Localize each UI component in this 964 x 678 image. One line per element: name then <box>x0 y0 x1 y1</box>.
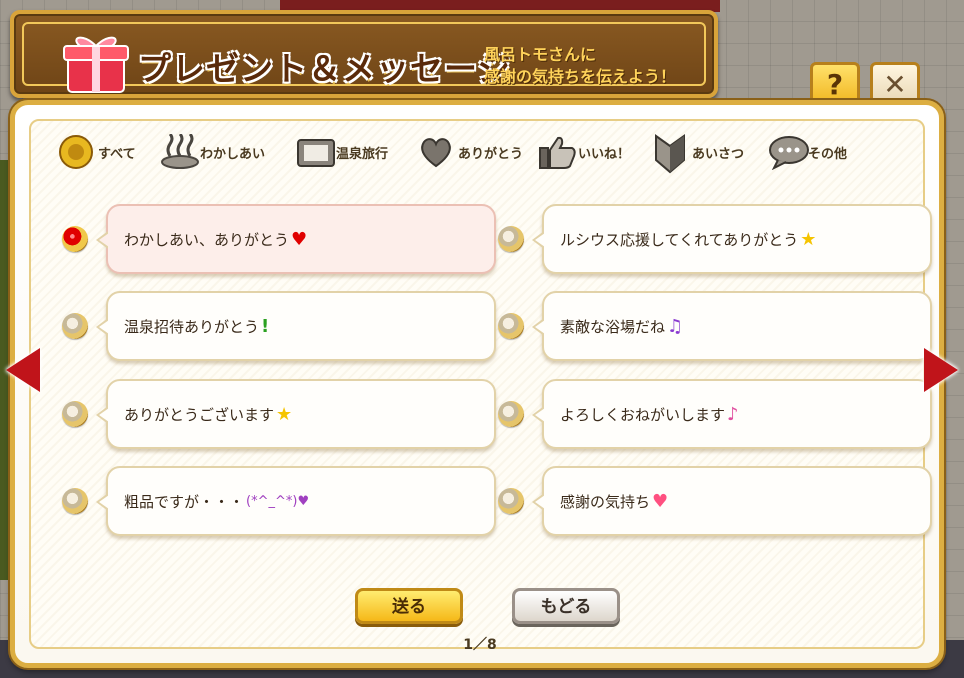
heart-icon <box>418 134 454 170</box>
subtitle-line: 感謝の気持ちを伝えよう！ <box>484 67 677 86</box>
radio-icon[interactable] <box>498 313 524 339</box>
star-emoji-icon: ★ <box>276 403 293 425</box>
message-bubble[interactable]: よろしくおねがいします ♪ <box>532 379 932 449</box>
tab-label: わかしあい <box>200 146 266 162</box>
message-text: 粗品ですが・・・ <box>124 492 245 511</box>
message-bubble[interactable]: 素敵な浴場だね ♫ <box>532 291 932 361</box>
message-option[interactable]: ルシウス応援してくれてありがとう ★ <box>498 204 932 278</box>
message-option[interactable]: よろしくおねがいします ♪ <box>498 379 932 453</box>
all-icon <box>58 134 94 170</box>
tab-thanks[interactable]: ありがとう <box>418 132 523 172</box>
message-bubble[interactable]: わかしあい、ありがとう ♥ <box>96 204 496 274</box>
star-emoji-icon: ★ <box>800 228 817 250</box>
tab-label: すべて <box>98 146 136 162</box>
back-button[interactable]: もどる <box>512 588 620 624</box>
message-text: ルシウス応援してくれてありがとう <box>560 230 799 249</box>
radio-icon[interactable] <box>62 313 88 339</box>
tab-label: 温泉旅行 <box>336 146 389 162</box>
message-text: 素敵な浴場だね <box>560 317 666 336</box>
smiley-emoji-icon: (*^_^*)♥ <box>246 493 310 509</box>
radio-icon[interactable] <box>498 488 524 514</box>
travel-ticket-icon <box>296 134 335 170</box>
tab-like[interactable]: いいね！ <box>538 132 630 172</box>
message-text: 感謝の気持ち <box>560 492 651 511</box>
tab-label: ありがとう <box>458 146 524 162</box>
page-indicator: 1／8 <box>463 637 497 653</box>
speech-bubble-icon <box>768 134 809 171</box>
message-bubble[interactable]: 感謝の気持ち ♥ <box>532 466 932 536</box>
prev-page-arrow-icon[interactable] <box>6 348 40 392</box>
message-text: 温泉招待ありがとう <box>124 317 260 336</box>
exclamation-emoji-icon: ! <box>261 315 270 337</box>
message-option[interactable]: わかしあい、ありがとう ♥ <box>62 204 496 278</box>
message-option[interactable]: 感謝の気持ち ♥ <box>498 466 932 540</box>
hearts-emoji-icon: ♥ <box>652 490 669 512</box>
message-bubble[interactable]: ルシウス応援してくれてありがとう ★ <box>532 204 932 274</box>
tab-label: いいね！ <box>578 146 631 162</box>
message-option[interactable]: 粗品ですが・・・ (*^_^*)♥ <box>62 466 496 540</box>
music-note-emoji-icon: ♪ <box>727 403 739 425</box>
next-page-arrow-icon[interactable] <box>924 348 958 392</box>
tab-other[interactable]: その他 <box>768 132 847 172</box>
page-title: プレゼント＆メッセージ <box>138 49 512 88</box>
radio-icon[interactable] <box>498 401 524 427</box>
banner-subtitle: 風呂トモさんに 感謝の気持ちを伝えよう！ <box>484 44 714 88</box>
gift-icon <box>63 36 129 93</box>
tab-label: あいさつ <box>692 146 745 162</box>
message-text: ありがとうございます <box>124 405 275 424</box>
message-bubble[interactable]: 温泉招待ありがとう ! <box>96 291 496 361</box>
tab-greeting[interactable]: あいさつ <box>652 132 745 174</box>
tab-all[interactable]: すべて <box>58 132 136 172</box>
beginner-mark-icon <box>652 134 688 174</box>
radio-selected-icon[interactable] <box>62 226 88 252</box>
subtitle-line: 風呂トモさんに <box>484 45 597 64</box>
tab-wakashiai[interactable]: わかしあい <box>160 132 265 172</box>
message-option[interactable]: 温泉招待ありがとう ! <box>62 291 496 365</box>
radio-icon[interactable] <box>62 488 88 514</box>
radio-icon[interactable] <box>62 401 88 427</box>
thumbs-up-icon <box>538 134 576 170</box>
music-note-emoji-icon: ♫ <box>667 315 684 337</box>
hot-spring-icon <box>160 132 199 170</box>
message-text: わかしあい、ありがとう <box>124 230 290 249</box>
heart-emoji-icon: ♥ <box>291 228 308 250</box>
radio-icon[interactable] <box>498 226 524 252</box>
send-button[interactable]: 送る <box>355 588 463 624</box>
message-option[interactable]: ありがとうございます ★ <box>62 379 496 453</box>
message-option[interactable]: 素敵な浴場だね ♫ <box>498 291 932 365</box>
tab-label: その他 <box>808 146 848 162</box>
message-bubble[interactable]: ありがとうございます ★ <box>96 379 496 449</box>
message-bubble[interactable]: 粗品ですが・・・ (*^_^*)♥ <box>96 466 496 536</box>
message-text: よろしくおねがいします <box>560 405 726 424</box>
header-banner: プレゼント＆メッセージ 風呂トモさんに 感謝の気持ちを伝えよう！ <box>10 10 718 98</box>
tab-onsen-travel[interactable]: 温泉旅行 <box>296 132 388 172</box>
